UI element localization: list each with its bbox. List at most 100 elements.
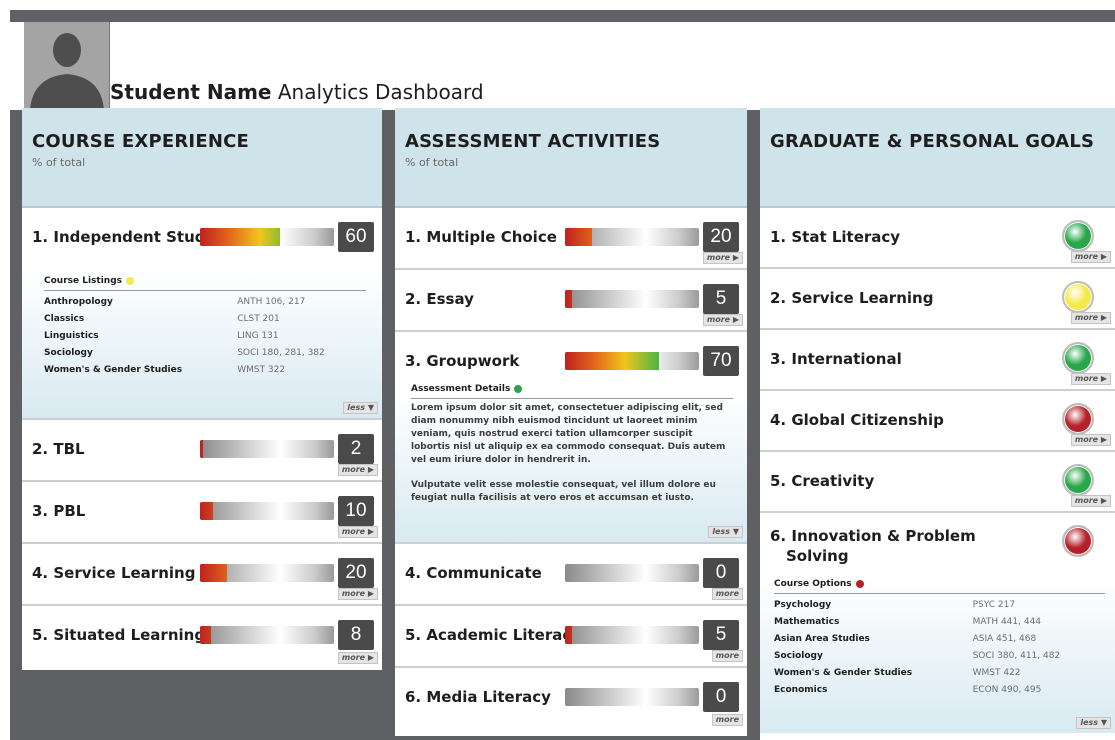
more-toggle-button[interactable]: more ▶ <box>337 652 378 664</box>
table-row: Anthropology ANTH 106, 217 <box>44 294 366 311</box>
assessment-label: 2. Essay <box>405 290 474 308</box>
goals-title: GRADUATE & PERSONAL GOALS <box>770 131 1095 152</box>
listing-name: Sociology <box>44 348 93 358</box>
more-toggle-button[interactable]: more ▶ <box>337 588 378 600</box>
more-toggle-button[interactable]: more <box>711 588 743 600</box>
listing-name: Anthropology <box>44 297 113 307</box>
option-code: SOCI 380, 411, 482 <box>972 651 1061 661</box>
option-name: Asian Area Studies <box>774 634 870 644</box>
course-experience-title: COURSE EXPERIENCE <box>32 131 250 152</box>
assessment-row-essay: 2. Essay 5 more ▶ <box>395 270 747 332</box>
bar-fill <box>565 626 572 644</box>
listing-code: WMST 322 <box>237 365 286 375</box>
table-row: Mathematics MATH 441, 444 <box>774 614 1105 631</box>
course-label: 4. Service Learning <box>32 564 196 582</box>
assessment-value: 5 <box>703 284 739 314</box>
more-toggle-button[interactable]: more ▶ <box>702 252 743 264</box>
dashboard-title: Analytics Dashboard <box>277 80 484 104</box>
assessment-label: 1. Multiple Choice <box>405 228 557 246</box>
assessment-value: 0 <box>703 682 739 712</box>
goal-row-international: 3. International more ▶ <box>760 330 1115 391</box>
option-code: WMST 422 <box>972 668 1021 678</box>
dashboard-header: Student Name Analytics Dashboard <box>10 22 1115 110</box>
option-name: Mathematics <box>774 617 840 627</box>
goal-row-innovation: 6. Innovation & Problem Solving Course O… <box>760 513 1115 733</box>
option-name: Women's & Gender Studies <box>774 668 913 678</box>
more-toggle-button[interactable]: more ▶ <box>337 526 378 538</box>
course-listings: Course Listings Anthropology ANTH 106, 21… <box>44 276 366 379</box>
course-listings-table: Anthropology ANTH 106, 217 Classics CLST 2… <box>44 294 366 379</box>
assessment-bar <box>565 626 699 644</box>
more-toggle-button[interactable]: more ▶ <box>1070 434 1111 446</box>
course-bar <box>200 440 334 458</box>
course-experience-subtitle: % of total <box>32 156 86 169</box>
course-row-service-learning: 4. Service Learning 20 more ▶ <box>22 544 382 606</box>
page-title: Student Name Analytics Dashboard <box>110 80 484 104</box>
details-paragraph: Vulputate velit esse molestie consequat,… <box>411 480 716 503</box>
course-row-pbl: 3. PBL 10 more ▶ <box>22 482 382 544</box>
assessment-row-communicate: 4. Communicate 0 more <box>395 544 747 606</box>
red-status-dot-icon <box>855 579 864 588</box>
assessment-activities-subtitle: % of total <box>405 156 459 169</box>
green-status-dot-icon <box>514 384 523 393</box>
more-toggle-button[interactable]: more ▶ <box>337 464 378 476</box>
assessment-value: 0 <box>703 558 739 588</box>
less-toggle-button[interactable]: less ▼ <box>343 402 378 414</box>
assessment-bar <box>565 688 699 706</box>
course-experience-panel: COURSE EXPERIENCE % of total 1. Independ… <box>22 108 382 670</box>
bar-fill <box>200 564 227 582</box>
assessment-details-label: Assessment Details <box>411 384 511 394</box>
yellow-status-light-icon <box>1062 281 1094 313</box>
more-toggle-button[interactable]: more ▶ <box>1070 373 1111 385</box>
assessment-value: 20 <box>703 222 739 252</box>
course-label: 2. TBL <box>32 440 85 458</box>
goal-label: 5. Creativity <box>770 472 875 490</box>
goal-label: 6. Innovation & Problem <box>770 527 976 545</box>
assessment-details-title: Assessment Details <box>411 384 733 399</box>
option-code: MATH 441, 444 <box>972 617 1042 627</box>
red-status-light-icon <box>1062 403 1094 435</box>
table-row: Classics CLST 201 <box>44 311 366 328</box>
assessment-bar <box>565 564 699 582</box>
course-row-tbl: 2. TBL 2 more ▶ <box>22 420 382 482</box>
assessment-activities-panel: ASSESSMENT ACTIVITIES % of total 1. Mult… <box>395 108 747 736</box>
table-row: Economics ECON 490, 495 <box>774 682 1105 699</box>
course-value: 20 <box>338 558 374 588</box>
more-toggle-button[interactable]: more <box>711 650 743 662</box>
more-toggle-button[interactable]: more <box>711 714 743 726</box>
assessment-row-multiple-choice: 1. Multiple Choice 20 more ▶ <box>395 208 747 270</box>
less-toggle-button[interactable]: less ▼ <box>1076 717 1111 729</box>
goal-label: 1. Stat Literacy <box>770 228 901 246</box>
assessment-value: 70 <box>703 346 739 376</box>
goal-label-line2: Solving <box>786 547 849 565</box>
course-row-independent-study: 1. Independent Study 60 Course Listings … <box>22 208 382 420</box>
goal-row-service-learning: 2. Service Learning more ▶ <box>760 269 1115 330</box>
more-toggle-button[interactable]: more ▶ <box>1070 251 1111 263</box>
assessment-row-media-literacy: 6. Media Literacy 0 more <box>395 668 747 730</box>
details-paragraph: Lorem ipsum dolor sit amet, consectetuer… <box>411 403 726 465</box>
assessment-bar <box>565 290 699 308</box>
green-status-light-icon <box>1062 342 1094 374</box>
bar-fill <box>565 352 659 370</box>
option-code: ECON 490, 495 <box>972 685 1042 695</box>
green-status-light-icon <box>1062 464 1094 496</box>
course-options-label: Course Options <box>774 579 852 589</box>
less-toggle-button[interactable]: less ▼ <box>708 526 743 538</box>
more-toggle-button[interactable]: more ▶ <box>1070 495 1111 507</box>
course-label: 5. Situated Learning <box>32 626 206 644</box>
assessment-activities-title: ASSESSMENT ACTIVITIES <box>405 131 661 152</box>
goal-row-creativity: 5. Creativity more ▶ <box>760 452 1115 513</box>
assessment-row-academic-literacy: 5. Academic Literacy 5 more <box>395 606 747 668</box>
bar-fill <box>200 502 213 520</box>
course-value: 60 <box>338 222 374 252</box>
listing-code: CLST 201 <box>237 314 280 324</box>
green-status-light-icon <box>1062 220 1094 252</box>
bar-fill <box>565 228 592 246</box>
yellow-status-dot-icon <box>126 276 134 285</box>
more-toggle-button[interactable]: more ▶ <box>1070 312 1111 324</box>
listing-name: Linguistics <box>44 331 99 341</box>
bar-fill <box>200 440 203 458</box>
table-row: Sociology SOCI 180, 281, 382 <box>44 345 366 362</box>
more-toggle-button[interactable]: more ▶ <box>702 314 743 326</box>
course-options-title: Course Options <box>774 579 1105 594</box>
